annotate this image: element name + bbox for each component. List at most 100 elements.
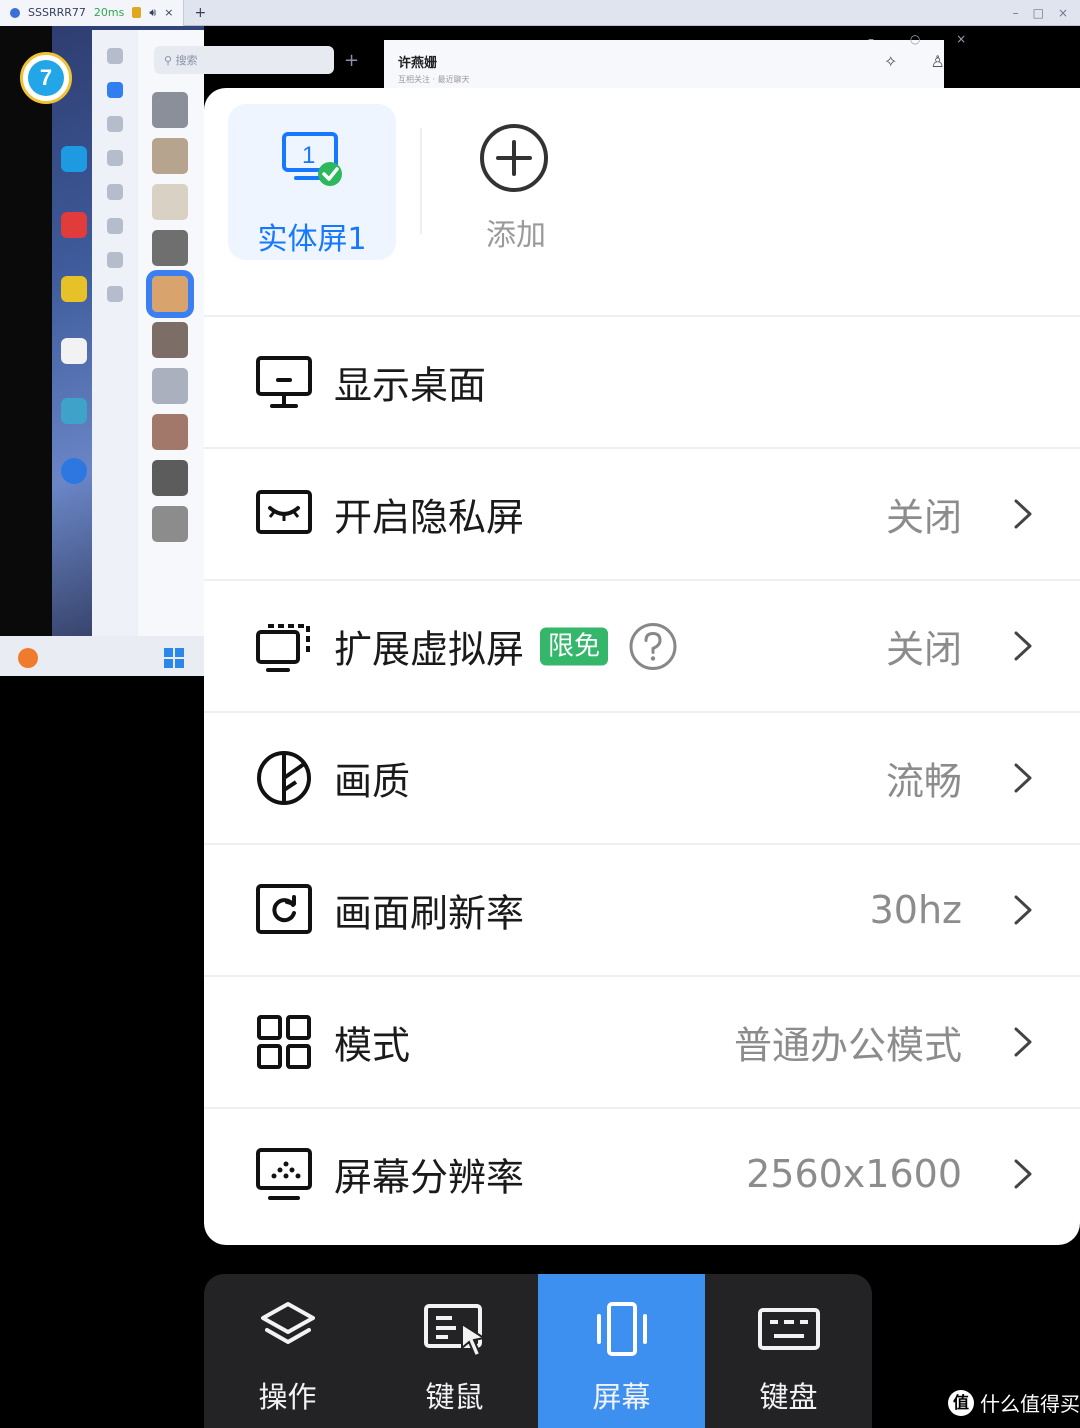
sidebar-item-more[interactable]	[92, 286, 138, 302]
menu-row-show-desktop[interactable]: 显示桌面	[204, 315, 1080, 447]
sidebar-item-calendar[interactable]	[92, 150, 138, 166]
app-logo-mark: 7	[28, 60, 64, 96]
menu-row-virtual-screen[interactable]: 扩展虚拟屏 限免 关闭	[204, 579, 1080, 711]
remote-window-titlebar: SSSRRR77 20ms 🔊︎ × + – □ ×	[0, 0, 1080, 26]
menu-row-privacy-screen[interactable]: 开启隐私屏 关闭	[204, 447, 1080, 579]
keyboard-icon	[757, 1308, 820, 1350]
menu-label: 模式	[334, 1023, 411, 1068]
sidebar-item-messages[interactable]	[92, 48, 138, 64]
chevron-right-icon	[1014, 763, 1032, 793]
new-tab-icon[interactable]: +	[184, 5, 206, 21]
remote-session-tab[interactable]: SSSRRR77 20ms 🔊︎ ×	[0, 0, 185, 26]
chevron-right-icon	[1014, 895, 1032, 925]
app-logo[interactable]: 7	[20, 52, 72, 104]
monitor-check-icon: 1	[282, 132, 342, 186]
menu-row-resolution[interactable]: 屏幕分辨率 2560x1600	[204, 1107, 1080, 1239]
maximize-icon[interactable]: □	[1033, 6, 1044, 20]
sidebar-item-docs[interactable]	[92, 252, 138, 268]
physical-screen-label: 实体屏1	[257, 222, 367, 257]
add-chat-icon[interactable]: +	[344, 50, 359, 71]
user-icon	[10, 7, 20, 18]
virtual-screen-icon	[256, 624, 310, 672]
remote-taskbar	[0, 636, 204, 676]
svg-text:1: 1	[302, 142, 315, 169]
desktop-icon-music[interactable]	[57, 212, 91, 240]
menu-row-refresh-rate[interactable]: 画面刷新率 30hz	[204, 843, 1080, 975]
qq-sidebar	[92, 30, 138, 636]
sidebar-item-contacts[interactable]	[92, 82, 138, 98]
menu-label: 屏幕分辨率	[334, 1155, 525, 1200]
sidebar-item-mail[interactable]	[92, 184, 138, 200]
desktop-icon-file[interactable]	[57, 338, 91, 366]
screen-selector: 1 实体屏1 添加	[204, 88, 1080, 315]
desktop-left-edge	[0, 26, 52, 636]
bottom-toolbar: 操作 键鼠 屏幕 键盘	[204, 1274, 872, 1428]
screen-icon	[596, 1302, 647, 1356]
list-item[interactable]	[152, 230, 188, 266]
menu-value: 关闭	[885, 627, 962, 672]
grid-mode-icon	[257, 1015, 311, 1069]
menu-label: 画质	[334, 759, 411, 804]
tab-operation[interactable]: 操作	[204, 1274, 371, 1428]
menu-label: 显示桌面	[334, 363, 487, 408]
quality-icon	[257, 751, 311, 805]
list-item[interactable]	[152, 184, 188, 220]
windows-start-icon[interactable]	[164, 648, 184, 668]
tab-keyboard-mouse[interactable]: 键鼠	[371, 1274, 538, 1428]
list-item[interactable]	[152, 92, 188, 128]
menu-row-quality[interactable]: 画质 流畅	[204, 711, 1080, 843]
sidebar-item-files[interactable]	[92, 116, 138, 132]
latency-readout: 20ms	[93, 6, 125, 19]
menu-label-group: 扩展虚拟屏 限免	[334, 619, 678, 674]
chat-header-icons[interactable]: ✧ ♙	[884, 52, 959, 71]
list-item[interactable]	[152, 460, 188, 496]
close-tab-icon[interactable]: ×	[164, 6, 173, 19]
add-screen-label: 添加	[486, 218, 546, 253]
desktop-icon-edge[interactable]	[57, 146, 91, 174]
chevron-right-icon	[1014, 1027, 1032, 1057]
list-item[interactable]	[152, 506, 188, 542]
menu-row-mode[interactable]: 模式 普通办公模式	[204, 975, 1080, 1107]
remote-tab-title: SSSRRR77	[28, 6, 86, 19]
tab-screen[interactable]: 屏幕	[538, 1274, 705, 1428]
sidebar-item-photos[interactable]	[92, 218, 138, 234]
qq-window-controls[interactable]: – ○ ×	[868, 32, 982, 46]
refresh-icon	[256, 884, 312, 934]
layers-icon	[260, 1302, 315, 1344]
menu-value: 流畅	[885, 759, 962, 804]
tab-label: 键鼠	[425, 1380, 484, 1414]
tab-label: 屏幕	[592, 1380, 651, 1414]
close-icon[interactable]: ×	[1058, 6, 1068, 20]
list-item[interactable]	[146, 270, 194, 318]
desktop-icon-app3[interactable]	[57, 458, 91, 486]
tab-keyboard[interactable]: 键盘	[705, 1274, 872, 1428]
list-item[interactable]	[152, 414, 188, 450]
keyboard-mouse-icon	[423, 1304, 487, 1358]
menu-value: 2560x1600	[746, 1152, 962, 1196]
watermark-text: 什么值得买	[980, 1392, 1080, 1416]
search-placeholder: 搜索	[175, 54, 198, 67]
menu-value: 关闭	[885, 495, 962, 540]
menu-value: 30hz	[869, 888, 962, 932]
physical-screen-card[interactable]: 1 实体屏1	[228, 104, 396, 260]
shield-icon	[132, 7, 142, 18]
desktop-icon-app[interactable]	[57, 276, 91, 304]
add-circle-icon	[480, 124, 548, 192]
menu-label: 画面刷新率	[334, 891, 525, 936]
search-input[interactable]: ⚲ 搜索	[154, 46, 334, 74]
menu-value: 普通办公模式	[733, 1023, 962, 1068]
minimize-icon[interactable]: –	[1013, 6, 1019, 20]
watermark: 值 什么值得买	[948, 1388, 1080, 1417]
speaker-icon[interactable]: 🔊︎	[149, 6, 156, 20]
list-item[interactable]	[152, 138, 188, 174]
list-item[interactable]	[152, 322, 188, 358]
tab-label: 操作	[258, 1380, 317, 1414]
watermark-logo: 值	[948, 1389, 974, 1416]
notification-icon[interactable]	[18, 648, 38, 668]
qq-chat-list	[138, 30, 204, 636]
list-item[interactable]	[152, 368, 188, 404]
resolution-icon	[256, 1148, 312, 1200]
help-icon[interactable]	[628, 621, 678, 671]
tab-label: 键盘	[759, 1380, 818, 1414]
desktop-icon-app2[interactable]	[57, 398, 91, 426]
